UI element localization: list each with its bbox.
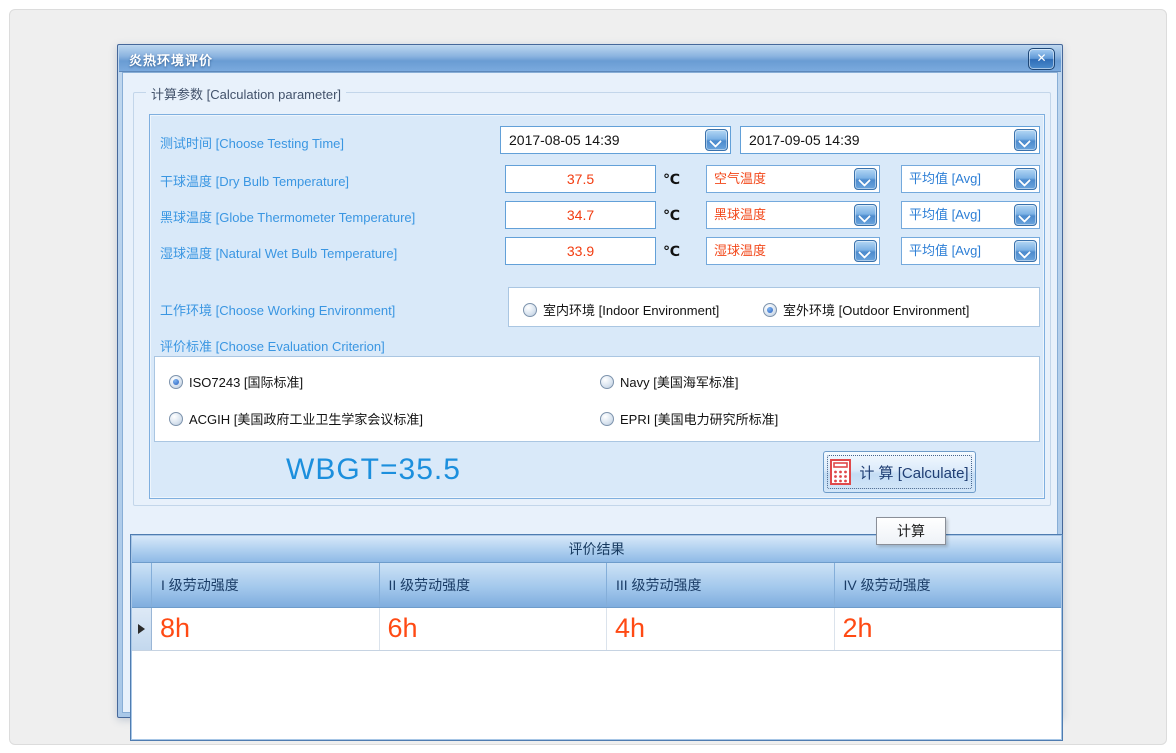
wbgt-result-text: WBGT=35.5 — [286, 453, 461, 487]
column-header-level3[interactable]: III 级劳动强度 — [607, 563, 835, 607]
table-header-row: I 级劳动强度 II 级劳动强度 III 级劳动强度 IV 级劳动强度 — [132, 563, 1061, 608]
working-environment-box: 室内环境 [Indoor Environment] 室外环境 [Outdoor … — [508, 287, 1040, 327]
cell-level1-hours: 8h — [152, 608, 380, 650]
chevron-down-icon[interactable] — [1014, 204, 1037, 226]
chevron-down-icon[interactable] — [854, 168, 877, 190]
radio-acgih[interactable]: ACGIH [美国政府工业卫生学家会议标准] — [169, 409, 423, 428]
row-indicator-header — [132, 563, 152, 607]
cell-level4-hours: 2h — [835, 608, 1062, 650]
chevron-down-icon[interactable] — [854, 240, 877, 262]
evaluation-criterion-label: 评价标准 [Choose Evaluation Criterion] — [160, 336, 385, 355]
focus-rectangle — [827, 455, 972, 489]
wet-bulb-stat-combobox[interactable]: 平均值 [Avg] — [901, 237, 1040, 265]
radio-iso7243-label: ISO7243 [国际标准] — [189, 372, 303, 391]
close-icon: ✕ — [1036, 51, 1046, 65]
wet-bulb-value: 33.9 — [506, 238, 655, 264]
radio-icon — [169, 412, 183, 426]
evaluation-criterion-box: ISO7243 [国际标准] Navy [美国海军标准] ACGIH [美国政府… — [154, 356, 1040, 442]
chevron-down-icon[interactable] — [705, 129, 728, 151]
dry-bulb-label: 干球温度 [Dry Bulb Temperature] — [160, 171, 349, 190]
hot-environment-evaluation-dialog: 炎热环境评价 ✕ 计算参数 [Calculation parameter] 测试… — [117, 44, 1063, 718]
cell-level3-hours: 4h — [607, 608, 835, 650]
chevron-down-icon[interactable] — [854, 204, 877, 226]
dialog-body: 计算参数 [Calculation parameter] 测试时间 [Choos… — [122, 72, 1058, 713]
column-header-level4[interactable]: IV 级劳动强度 — [835, 563, 1062, 607]
globe-input[interactable]: 34.7 — [505, 201, 656, 229]
table-row[interactable]: 8h 6h 4h 2h — [132, 608, 1061, 651]
testing-time-end-picker[interactable]: 2017-09-05 14:39 — [740, 126, 1040, 154]
wet-bulb-label: 湿球温度 [Natural Wet Bulb Temperature] — [160, 243, 397, 262]
globe-label: 黑球温度 [Globe Thermometer Temperature] — [160, 207, 415, 226]
dry-bulb-value: 37.5 — [506, 166, 655, 192]
radio-epri-label: EPRI [美国电力研究所标准] — [620, 409, 778, 428]
radio-icon — [169, 375, 183, 389]
radio-icon — [523, 303, 537, 317]
tooltip-text: 计算 — [897, 521, 925, 541]
chevron-down-icon[interactable] — [1014, 240, 1037, 262]
evaluation-result-table: 评价结果 I 级劳动强度 II 级劳动强度 III 级劳动强度 IV 级劳动强度… — [130, 534, 1063, 741]
radio-navy-label: Navy [美国海军标准] — [620, 372, 738, 391]
working-environment-label: 工作环境 [Choose Working Environment] — [160, 300, 395, 319]
dry-bulb-unit: ℃ — [663, 171, 680, 188]
chevron-down-icon[interactable] — [1014, 129, 1037, 151]
wet-bulb-unit: ℃ — [663, 243, 680, 260]
cell-level2-hours: 6h — [380, 608, 608, 650]
testing-time-label: 测试时间 [Choose Testing Time] — [160, 133, 344, 152]
dry-bulb-source-combobox[interactable]: 空气温度 — [706, 165, 880, 193]
wet-bulb-source-combobox[interactable]: 湿球温度 — [706, 237, 880, 265]
chevron-down-icon[interactable] — [1014, 168, 1037, 190]
radio-acgih-label: ACGIH [美国政府工业卫生学家会议标准] — [189, 409, 423, 428]
groupbox-label: 计算参数 [Calculation parameter] — [146, 84, 346, 103]
title-bar[interactable]: 炎热环境评价 ✕ — [119, 46, 1061, 72]
testing-time-start-value: 2017-08-05 14:39 — [501, 132, 620, 148]
dry-bulb-input[interactable]: 37.5 — [505, 165, 656, 193]
radio-icon — [763, 303, 777, 317]
close-button[interactable]: ✕ — [1028, 48, 1055, 70]
window-title: 炎热环境评价 — [129, 50, 213, 69]
column-header-level2[interactable]: II 级劳动强度 — [380, 563, 608, 607]
row-selector-arrow-icon[interactable] — [132, 608, 152, 650]
globe-value: 34.7 — [506, 202, 655, 228]
radio-navy[interactable]: Navy [美国海军标准] — [600, 372, 738, 391]
testing-time-start-picker[interactable]: 2017-08-05 14:39 — [500, 126, 731, 154]
parameter-panel: 测试时间 [Choose Testing Time] 2017-08-05 14… — [149, 114, 1045, 499]
radio-icon — [600, 375, 614, 389]
column-header-level1[interactable]: I 级劳动强度 — [152, 563, 380, 607]
globe-unit: ℃ — [663, 207, 680, 224]
radio-outdoor-environment[interactable]: 室外环境 [Outdoor Environment] — [763, 300, 969, 319]
testing-time-end-value: 2017-09-05 14:39 — [741, 132, 860, 148]
globe-source-combobox[interactable]: 黑球温度 — [706, 201, 880, 229]
radio-epri[interactable]: EPRI [美国电力研究所标准] — [600, 409, 778, 428]
calculate-tooltip: 计算 — [876, 517, 946, 545]
radio-icon — [600, 412, 614, 426]
radio-indoor-label: 室内环境 [Indoor Environment] — [543, 300, 719, 319]
calculate-button[interactable]: 计 算 [Calculate] — [823, 451, 976, 493]
radio-outdoor-label: 室外环境 [Outdoor Environment] — [783, 300, 969, 319]
radio-iso7243[interactable]: ISO7243 [国际标准] — [169, 372, 303, 391]
dry-bulb-stat-combobox[interactable]: 平均值 [Avg] — [901, 165, 1040, 193]
wet-bulb-input[interactable]: 33.9 — [505, 237, 656, 265]
radio-indoor-environment[interactable]: 室内环境 [Indoor Environment] — [523, 300, 719, 319]
globe-stat-combobox[interactable]: 平均值 [Avg] — [901, 201, 1040, 229]
